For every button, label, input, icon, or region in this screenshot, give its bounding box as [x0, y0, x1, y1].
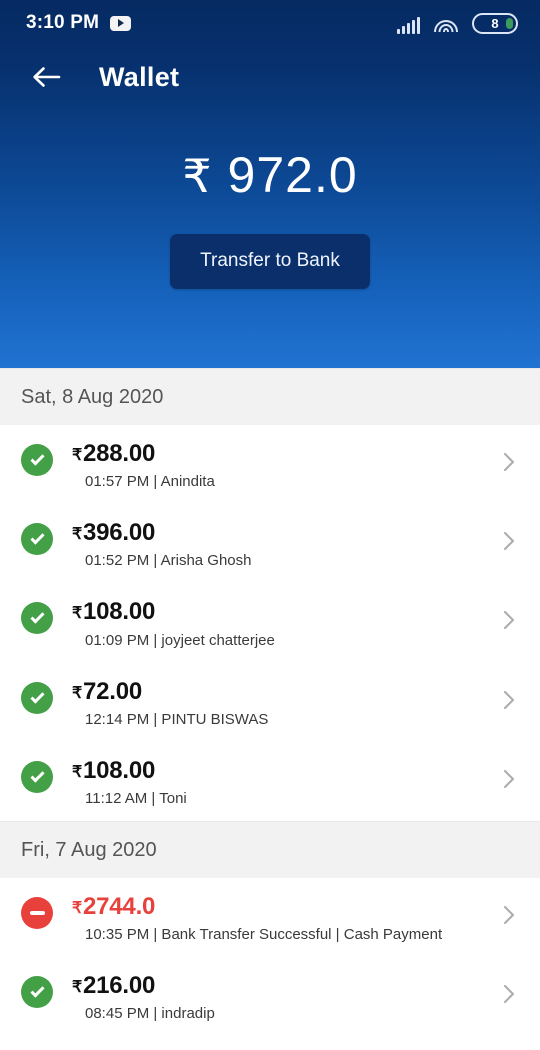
transaction-date-header: Fri, 7 Aug 2020 — [0, 820, 540, 878]
transaction-amount-value: 288.00 — [82, 440, 156, 467]
transaction-row[interactable]: ₹108.00 11:12 AM | Toni — [0, 741, 540, 821]
transaction-meta: 12:14 PM | PINTU BISWAS — [85, 710, 269, 728]
transaction-amount: ₹396.00 — [72, 520, 496, 545]
transaction-amount-value: 108.00 — [82, 598, 156, 626]
transaction-meta: 11:12 AM | Toni — [85, 789, 187, 807]
transaction-row[interactable]: ₹108.00 01:09 PM | joyjeet chatterjee — [0, 583, 540, 663]
transaction-currency-symbol: ₹ — [72, 979, 82, 997]
transaction-row[interactable]: ₹72.00 12:14 PM | PINTU BISWAS — [0, 662, 540, 742]
minus-circle-icon — [21, 896, 53, 929]
status-clock: 3:10 PM — [26, 12, 100, 33]
signal-bars-icon — [397, 16, 420, 34]
back-arrow-icon[interactable] — [26, 57, 66, 97]
transaction-amount: ₹216.00 — [72, 973, 496, 998]
balance-amount: 972.0 — [227, 147, 358, 203]
transaction-row[interactable]: ₹216.00 08:45 PM | indradip — [0, 957, 540, 1037]
transaction-currency-symbol: ₹ — [72, 763, 82, 781]
chevron-right-icon[interactable] — [496, 766, 522, 792]
transaction-amount: ₹108.00 — [72, 599, 496, 624]
transaction-details: ₹216.00 08:45 PM | indradip — [53, 973, 496, 1022]
transaction-amount-value: 2744.0 — [82, 892, 156, 920]
transaction-currency-symbol: ₹ — [72, 684, 82, 702]
transaction-currency-symbol: ₹ — [72, 899, 82, 917]
transaction-amount-value: 108.00 — [82, 756, 156, 784]
transaction-amount: ₹288.00 — [72, 441, 496, 466]
transaction-row[interactable]: ₹288.00 — [0, 1036, 540, 1050]
transaction-list[interactable]: Sat, 8 Aug 2020 ₹288.00 01:57 PM | Anindit… — [0, 368, 540, 1050]
transaction-details: ₹108.00 11:12 AM | Toni — [53, 758, 496, 807]
youtube-icon — [110, 15, 132, 31]
transaction-date-header: Sat, 8 Aug 2020 — [0, 368, 540, 425]
battery-indicator: 8 — [472, 12, 518, 34]
transaction-currency-symbol: ₹ — [72, 526, 82, 544]
status-bar-right: 8 — [397, 12, 518, 34]
wallet-balance: ₹ 972.0 — [0, 150, 540, 200]
chevron-right-icon[interactable] — [496, 687, 522, 713]
check-circle-icon — [21, 602, 53, 635]
transaction-amount: ₹108.00 — [72, 758, 496, 783]
check-circle-icon — [21, 681, 53, 714]
transaction-row[interactable]: ₹2744.0 10:35 PM | Bank Transfer Successf… — [0, 877, 540, 958]
balance-currency-symbol: ₹ — [182, 150, 213, 202]
transaction-amount-value: 396.00 — [82, 519, 156, 547]
transaction-meta: 01:52 PM | Arisha Ghosh — [85, 552, 252, 570]
chevron-right-icon[interactable] — [496, 528, 522, 554]
transaction-amount: ₹2744.0 — [72, 894, 496, 919]
wifi-icon — [434, 16, 458, 34]
chevron-right-icon[interactable] — [496, 607, 522, 633]
transaction-amount: ₹72.00 — [72, 677, 496, 705]
balance-block: ₹ 972.0 Transfer to Bank — [0, 150, 540, 289]
transaction-meta: 08:45 PM | indradip — [85, 1005, 215, 1023]
chevron-right-icon[interactable] — [496, 902, 522, 928]
transaction-currency-symbol: ₹ — [72, 447, 82, 464]
check-circle-icon — [21, 523, 53, 556]
title-bar: Wallet — [0, 46, 540, 108]
transaction-details: ₹288.00 01:57 PM | Anindita — [53, 441, 496, 490]
transaction-details: ₹396.00 01:52 PM | Arisha Ghosh — [53, 520, 496, 569]
check-circle-icon — [21, 760, 53, 793]
transaction-row[interactable]: ₹396.00 01:52 PM | Arisha Ghosh — [0, 504, 540, 584]
transaction-details: ₹72.00 12:14 PM | PINTU BISWAS — [53, 677, 496, 728]
battery-level-label: 8 — [491, 15, 499, 31]
check-circle-icon — [21, 976, 53, 1009]
status-bar-left: 3:10 PM — [26, 12, 132, 34]
check-circle-icon — [21, 444, 53, 476]
transaction-row[interactable]: ₹288.00 01:57 PM | Anindita — [0, 425, 540, 505]
transaction-meta: 01:57 PM | Anindita — [85, 473, 215, 491]
transaction-details: ₹2744.0 10:35 PM | Bank Transfer Successf… — [53, 894, 496, 943]
chevron-right-icon[interactable] — [496, 449, 522, 475]
transaction-details: ₹108.00 01:09 PM | joyjeet chatterjee — [53, 599, 496, 648]
status-bar: 3:10 PM 8 — [0, 0, 540, 46]
transfer-to-bank-button[interactable]: Transfer to Bank — [170, 234, 370, 289]
transaction-meta: 01:09 PM | joyjeet chatterjee — [85, 631, 275, 649]
page-title: Wallet — [99, 61, 180, 92]
wallet-header: 3:10 PM 8 Wallet ₹ 972.0 Transfer to Ban… — [0, 0, 540, 368]
transaction-amount-value: 216.00 — [82, 972, 156, 1000]
transaction-currency-symbol: ₹ — [72, 605, 82, 623]
chevron-right-icon[interactable] — [496, 981, 522, 1007]
transaction-meta: 10:35 PM | Bank Transfer Successful | Ca… — [85, 926, 443, 944]
transaction-amount-value: 72.00 — [82, 677, 143, 705]
wallet-screen: 3:10 PM 8 Wallet ₹ 972.0 Transfer to Ban… — [0, 0, 540, 1050]
